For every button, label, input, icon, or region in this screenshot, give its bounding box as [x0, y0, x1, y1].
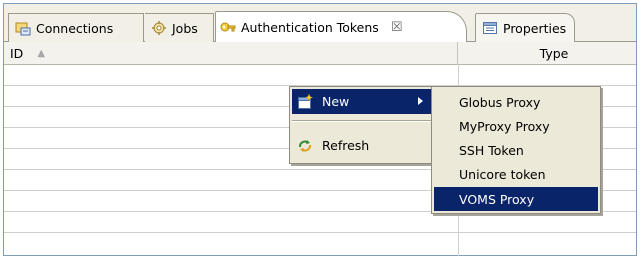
- submenu-arrow-icon: [418, 97, 423, 105]
- refresh-icon: [297, 138, 313, 154]
- menu-item-refresh[interactable]: Refresh: [292, 133, 431, 158]
- tab-label: Authentication Tokens: [241, 19, 379, 35]
- column-header-type[interactable]: Type: [459, 42, 639, 64]
- menu-item-label: VOMS Proxy: [459, 191, 535, 207]
- submenu-item-myproxy-proxy[interactable]: MyProxy Proxy: [434, 114, 598, 138]
- tab-label: Connections: [36, 20, 114, 36]
- grid-line: [4, 232, 636, 233]
- menu-item-label: New: [322, 94, 350, 109]
- submenu-item-globus-proxy[interactable]: Globus Proxy: [434, 90, 598, 114]
- submenu-item-voms-proxy[interactable]: VOMS Proxy: [434, 187, 598, 211]
- menu-item-label: Unicore token: [459, 166, 546, 182]
- menu-item-label: Globus Proxy: [459, 94, 541, 110]
- column-header-id[interactable]: ID ▲: [4, 42, 458, 64]
- menu-separator: [292, 120, 431, 122]
- jobs-icon: [151, 20, 167, 36]
- menu-item-label: MyProxy Proxy: [459, 118, 550, 134]
- close-icon[interactable]: ☒: [391, 20, 403, 35]
- column-header-label: Type: [539, 45, 569, 61]
- tab-authentication-tokens[interactable]: Authentication Tokens ☒: [215, 11, 467, 42]
- tab-connections[interactable]: Connections: [8, 13, 144, 42]
- context-menu: New Refresh: [289, 86, 434, 164]
- tab-label: Properties: [503, 20, 567, 36]
- menu-item-new[interactable]: New: [292, 89, 431, 114]
- table-header: ID ▲ Type: [4, 42, 636, 65]
- menu-item-label: Refresh: [322, 138, 370, 153]
- connections-icon: [15, 20, 31, 36]
- new-icon: [297, 92, 314, 110]
- column-header-label: ID: [10, 45, 24, 61]
- tab-bar: Connections Jobs Authentication Tokens ☒…: [4, 4, 636, 42]
- sort-ascending-icon: ▲: [37, 47, 46, 59]
- tab-jobs[interactable]: Jobs: [145, 13, 214, 42]
- new-submenu: Globus Proxy MyProxy Proxy SSH Token Uni…: [431, 86, 601, 214]
- menu-item-label: SSH Token: [459, 142, 524, 158]
- submenu-item-ssh-token[interactable]: SSH Token: [434, 138, 598, 162]
- tab-label: Jobs: [172, 20, 198, 36]
- key-icon: [220, 19, 236, 35]
- tab-properties[interactable]: Properties: [475, 13, 575, 42]
- properties-icon: [482, 20, 498, 36]
- submenu-item-unicore-token[interactable]: Unicore token: [434, 162, 598, 186]
